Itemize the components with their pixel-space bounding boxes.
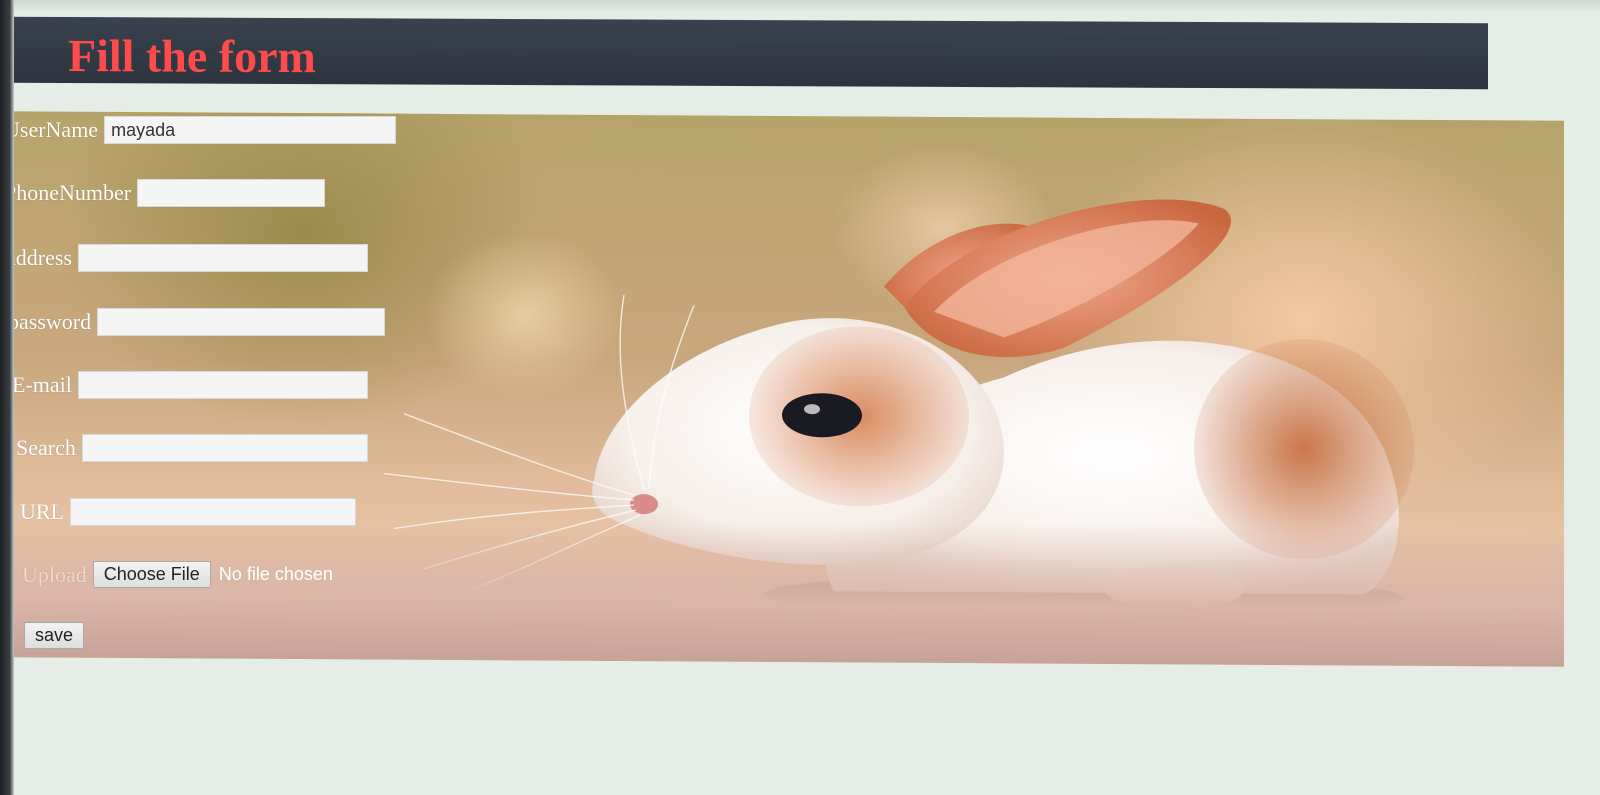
address-input[interactable]: [77, 244, 368, 272]
screen-top-edge: [0, 0, 1600, 12]
username-label: UserName: [4, 117, 99, 142]
password-input[interactable]: [97, 308, 386, 336]
file-status-text: No file chosen: [218, 564, 333, 584]
save-row: save: [24, 622, 85, 649]
password-row: password: [8, 308, 386, 336]
upload-row: Upload Choose File No file chosen: [22, 561, 333, 588]
password-label: password: [8, 309, 92, 334]
address-label: address: [6, 245, 72, 270]
save-button[interactable]: save: [24, 622, 85, 649]
search-input[interactable]: [81, 434, 368, 462]
username-row: UserName: [4, 116, 397, 144]
email-label: E-mail: [12, 372, 72, 397]
upload-label: Upload: [22, 561, 87, 587]
url-input[interactable]: [70, 498, 356, 526]
url-label: URL: [20, 499, 64, 524]
registration-form: UserName PhoneNumber address password E-…: [4, 116, 444, 656]
email-input[interactable]: [77, 371, 368, 399]
phone-label: PhoneNumber: [4, 180, 132, 205]
page-title: Fill the form: [68, 30, 316, 83]
email-row: E-mail: [12, 371, 368, 399]
username-input[interactable]: [104, 116, 397, 144]
url-row: URL: [20, 498, 356, 526]
search-row: Search: [16, 434, 368, 462]
address-row: address: [6, 244, 368, 272]
search-label: Search: [16, 435, 76, 460]
phone-input[interactable]: [137, 179, 326, 207]
screen-left-edge: [0, 0, 14, 795]
page-header: Fill the form: [0, 16, 1488, 90]
phone-row: PhoneNumber: [4, 179, 326, 207]
choose-file-button[interactable]: Choose File: [92, 561, 211, 588]
